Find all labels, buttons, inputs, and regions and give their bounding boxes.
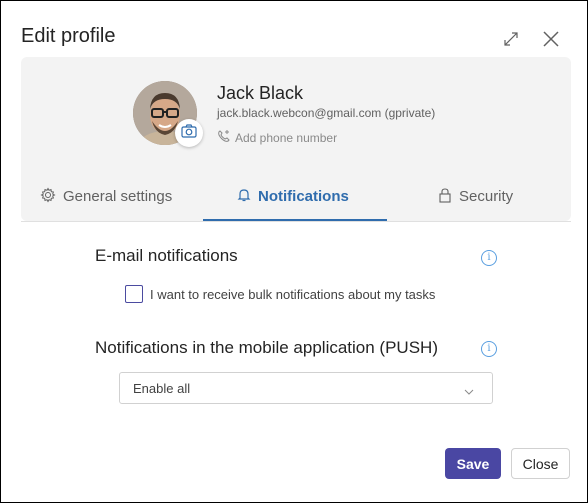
tab-label: General settings	[63, 188, 173, 205]
chevron-down-icon	[464, 383, 474, 401]
close-icon[interactable]	[541, 29, 561, 49]
info-icon[interactable]: i	[481, 250, 497, 266]
add-phone-label: Add phone number	[235, 130, 338, 145]
add-phone-link[interactable]: Add phone number	[217, 129, 337, 146]
select-value: Enable all	[133, 381, 191, 396]
bell-icon	[237, 187, 251, 207]
gear-icon	[40, 186, 56, 207]
info-icon[interactable]: i	[481, 341, 497, 357]
profile-tabs: General settings Notifications Security	[21, 173, 571, 222]
tab-security[interactable]: Security	[438, 173, 513, 220]
camera-icon	[181, 123, 197, 143]
expand-icon[interactable]	[501, 29, 521, 49]
edit-profile-dialog: Edit profile Jack Black jack.black.webco…	[0, 0, 588, 503]
save-button[interactable]: Save	[445, 448, 501, 479]
tab-general-settings[interactable]: General settings	[40, 173, 172, 220]
close-button[interactable]: Close	[511, 448, 570, 479]
change-photo-button[interactable]	[175, 119, 203, 147]
bulk-notifications-checkbox[interactable]	[125, 285, 143, 303]
profile-name: Jack Black	[217, 83, 304, 103]
lock-icon	[438, 187, 452, 207]
bulk-notifications-label[interactable]: I want to receive bulk notifications abo…	[150, 287, 435, 302]
push-notifications-title: Notifications in the mobile application …	[95, 338, 438, 357]
active-tab-indicator	[203, 219, 387, 221]
dialog-title: Edit profile	[21, 25, 116, 47]
phone-add-icon	[217, 129, 231, 146]
tab-label: Security	[459, 188, 514, 205]
email-notifications-title: E-mail notifications	[95, 246, 238, 265]
tab-notifications[interactable]: Notifications	[237, 173, 349, 220]
tab-label: Notifications	[258, 188, 349, 205]
push-notifications-select[interactable]: Enable all	[119, 372, 493, 404]
profile-email: jack.black.webcon@gmail.com (gprivate)	[217, 106, 436, 120]
